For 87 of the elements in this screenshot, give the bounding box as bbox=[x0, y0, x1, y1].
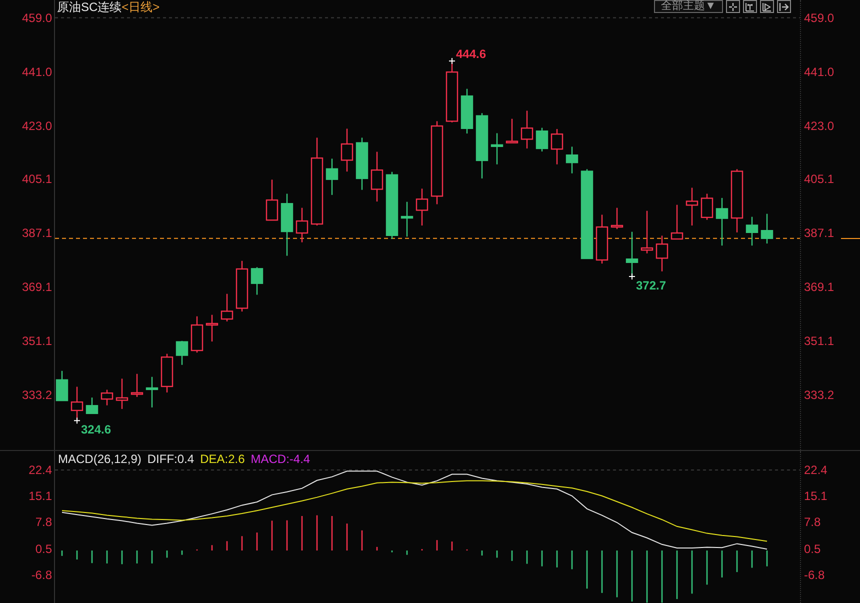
candlestick bbox=[566, 146, 578, 174]
candlestick bbox=[536, 128, 548, 152]
candlestick bbox=[400, 202, 414, 237]
cross-marker bbox=[448, 57, 456, 64]
axis-label: 369.1 bbox=[804, 280, 834, 294]
indicator-legend: DEA:2.6 bbox=[200, 451, 245, 468]
symbol-title: 原油SC连续 bbox=[57, 0, 122, 14]
candlestick bbox=[116, 378, 128, 409]
candlestick bbox=[340, 128, 354, 172]
axis-label: 0.5 bbox=[804, 542, 821, 556]
candlestick bbox=[550, 129, 564, 164]
axis-label: 459.0 bbox=[804, 10, 834, 25]
candlestick bbox=[686, 188, 698, 226]
theme-dropdown[interactable]: 全部主题▼ bbox=[654, 0, 723, 13]
play-button[interactable] bbox=[760, 0, 774, 13]
axis-label: 387.1 bbox=[22, 226, 52, 240]
axis-label: 7.8 bbox=[804, 515, 821, 530]
crosshair-button[interactable] bbox=[726, 0, 740, 13]
candlestick bbox=[326, 158, 338, 195]
candlestick bbox=[176, 340, 188, 365]
candlestick bbox=[356, 138, 368, 190]
axis-label: 423.0 bbox=[22, 118, 52, 133]
candlestick bbox=[700, 194, 714, 220]
candlestick bbox=[730, 169, 744, 232]
candlestick bbox=[266, 180, 278, 221]
axis-label: 15.1 bbox=[28, 489, 52, 504]
candlestick bbox=[386, 172, 398, 239]
low-price-label: 372.7 bbox=[636, 278, 666, 292]
axis-label: 441.0 bbox=[804, 64, 834, 79]
axis-label: 387.1 bbox=[804, 226, 834, 240]
candlestick bbox=[190, 316, 204, 353]
axis-label: -6.8 bbox=[804, 568, 825, 582]
candlestick bbox=[296, 208, 308, 242]
candlestick bbox=[506, 118, 518, 144]
low-price-label: 324.6 bbox=[81, 422, 112, 437]
axis-label: 15.1 bbox=[804, 489, 828, 504]
candlestick bbox=[146, 376, 158, 408]
indicator-legend: DIFF:0.4 bbox=[147, 451, 194, 468]
candlestick bbox=[640, 210, 654, 254]
axis-label: 351.1 bbox=[804, 334, 834, 348]
axis-label: 369.1 bbox=[22, 280, 52, 294]
last-price-marker-line bbox=[841, 238, 860, 240]
cross-marker bbox=[74, 417, 80, 424]
axis-label: 405.1 bbox=[804, 172, 834, 186]
axis-label: 22.4 bbox=[28, 462, 52, 477]
candlestick bbox=[610, 208, 624, 230]
candlestick bbox=[596, 214, 608, 264]
axis-label: 351.1 bbox=[22, 334, 52, 348]
high-price-label: 444.6 bbox=[456, 46, 486, 61]
candlestick bbox=[86, 398, 98, 414]
candlestick bbox=[160, 354, 174, 392]
axis-label: 7.8 bbox=[35, 515, 52, 530]
axis-label: 423.0 bbox=[804, 118, 834, 133]
candlestick bbox=[760, 214, 774, 244]
axis-label: 441.0 bbox=[22, 64, 52, 79]
candlestick bbox=[520, 110, 534, 148]
candlestick bbox=[280, 194, 294, 256]
candlestick bbox=[250, 267, 264, 295]
candlestick bbox=[656, 236, 668, 272]
axis-label: 0.5 bbox=[35, 542, 52, 556]
axis-label: 22.4 bbox=[804, 462, 828, 477]
axis-label: 405.1 bbox=[22, 172, 52, 186]
candlestick bbox=[476, 113, 488, 178]
candlestick bbox=[416, 188, 428, 226]
candlestick bbox=[206, 314, 218, 342]
candlestick bbox=[746, 216, 758, 246]
axis-label: -6.8 bbox=[31, 568, 52, 582]
axis-label: 333.2 bbox=[22, 388, 52, 402]
candlestick bbox=[716, 198, 728, 246]
period-link[interactable]: <日线> bbox=[122, 0, 160, 14]
axis-label: 459.0 bbox=[22, 10, 52, 25]
candlestick bbox=[490, 133, 504, 164]
axis-label: 333.2 bbox=[804, 388, 834, 402]
candlestick bbox=[460, 88, 474, 134]
candlestick bbox=[56, 370, 68, 402]
candlestick bbox=[626, 232, 638, 276]
cross-marker bbox=[628, 272, 636, 280]
candlestick bbox=[370, 152, 384, 202]
bar-left-button[interactable] bbox=[743, 0, 757, 13]
indicator-legend: MACD:-4.4 bbox=[250, 451, 310, 468]
candlestick bbox=[670, 204, 684, 240]
exit-button[interactable] bbox=[777, 0, 791, 13]
indicator-legend: MACD(26,12,9) bbox=[58, 451, 142, 468]
candlestick bbox=[100, 390, 114, 406]
candlestick bbox=[236, 260, 248, 312]
candlestick bbox=[130, 374, 144, 397]
candlestick bbox=[220, 294, 234, 322]
